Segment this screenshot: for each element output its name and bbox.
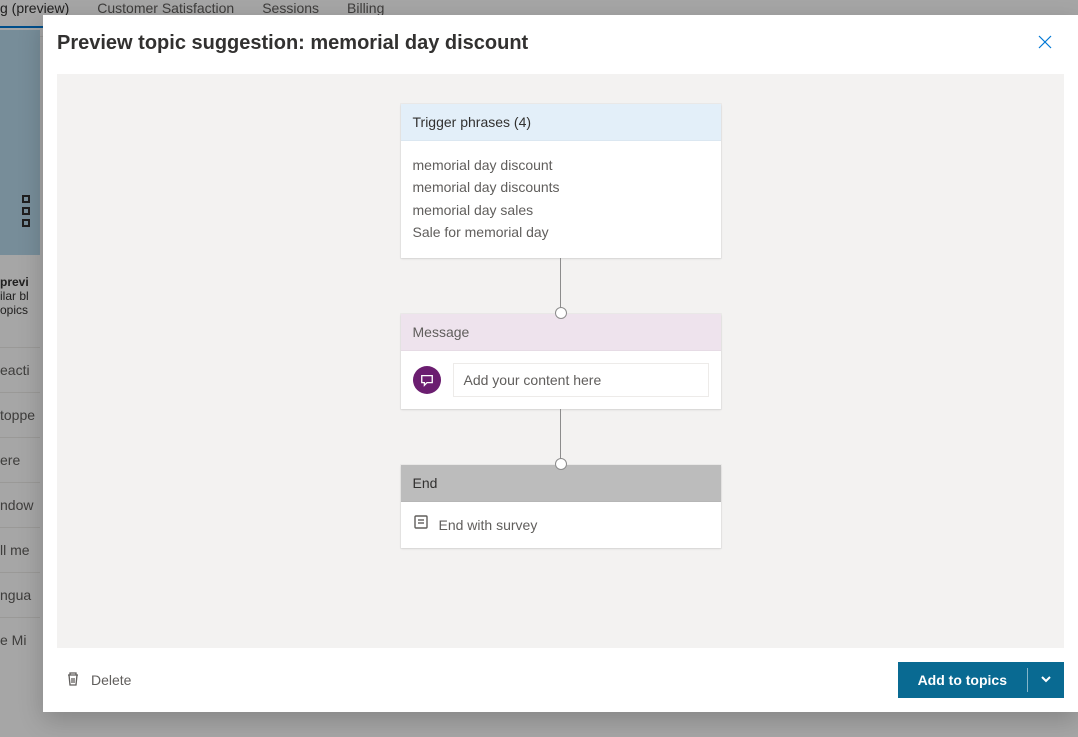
modal-header: Preview topic suggestion: memorial day d… xyxy=(43,15,1078,74)
trigger-phrase: memorial day sales xyxy=(413,200,709,220)
trigger-phrase: memorial day discount xyxy=(413,155,709,175)
add-to-topics-split-button: Add to topics xyxy=(898,662,1064,698)
message-node[interactable]: Message Add your content here xyxy=(401,314,721,409)
chat-icon xyxy=(413,366,441,394)
add-to-topics-dropdown[interactable] xyxy=(1028,662,1064,698)
chevron-down-icon xyxy=(1040,673,1052,688)
trigger-node-body: memorial day discount memorial day disco… xyxy=(401,141,721,258)
close-icon xyxy=(1038,37,1052,52)
authoring-canvas[interactable]: Trigger phrases (4) memorial day discoun… xyxy=(57,74,1064,648)
connector xyxy=(560,258,561,314)
connector xyxy=(560,409,561,465)
trigger-node-header: Trigger phrases (4) xyxy=(401,104,721,141)
modal-title: Preview topic suggestion: memorial day d… xyxy=(57,32,528,55)
flow-container: Trigger phrases (4) memorial day discoun… xyxy=(401,104,721,548)
end-node-header: End xyxy=(401,465,721,502)
trigger-phrase-list: memorial day discount memorial day disco… xyxy=(413,155,709,242)
end-node[interactable]: End End with survey xyxy=(401,465,721,547)
trigger-phrase: Sale for memorial day xyxy=(413,222,709,242)
preview-topic-modal: Preview topic suggestion: memorial day d… xyxy=(43,15,1078,712)
delete-label: Delete xyxy=(91,672,131,688)
trigger-phrases-node[interactable]: Trigger phrases (4) memorial day discoun… xyxy=(401,104,721,258)
modal-footer: Delete Add to topics xyxy=(43,648,1078,712)
end-label: End with survey xyxy=(439,515,538,535)
delete-button[interactable]: Delete xyxy=(57,665,139,696)
survey-icon xyxy=(413,514,429,535)
trash-icon xyxy=(65,671,81,690)
close-button[interactable] xyxy=(1032,29,1058,58)
message-node-header: Message xyxy=(401,314,721,351)
message-content-input[interactable]: Add your content here xyxy=(453,363,709,397)
trigger-phrase: memorial day discounts xyxy=(413,177,709,197)
add-to-topics-button[interactable]: Add to topics xyxy=(898,662,1027,698)
